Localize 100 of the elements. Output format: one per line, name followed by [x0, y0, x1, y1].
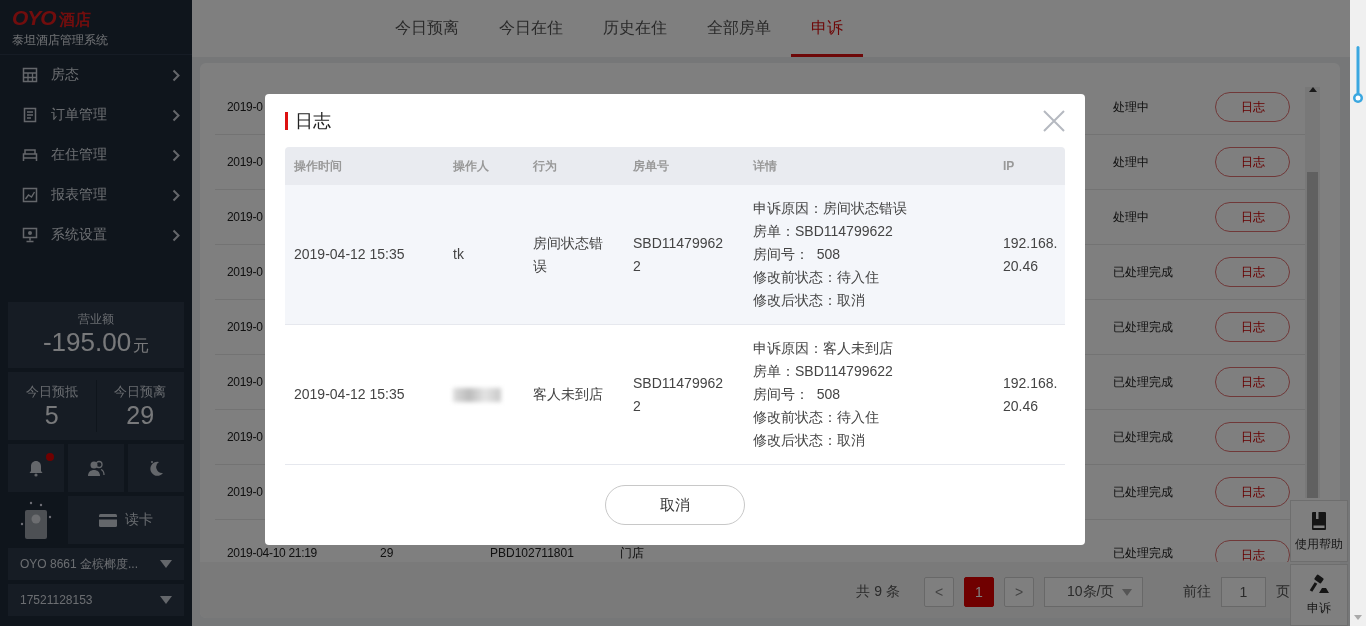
column-header: 操作时间: [285, 147, 444, 185]
next-page-button[interactable]: >: [1004, 577, 1034, 607]
status-text: 处理中: [1113, 100, 1149, 114]
scroll-down-arrow-icon: [1354, 615, 1362, 620]
system-name: 泰坦酒店管理系统: [12, 32, 109, 49]
dialog-title: 日志: [285, 111, 331, 130]
help-dock-button[interactable]: 申诉: [1290, 564, 1348, 626]
dropdown-caret-icon: [160, 596, 172, 604]
table-cell: 2019-0: [227, 210, 263, 224]
table-cell: 门店: [620, 546, 644, 560]
chevron-right-icon: [172, 108, 180, 122]
menu-item[interactable]: 系统设置: [0, 215, 192, 255]
table-cell: 192.168.20.46: [994, 185, 1065, 325]
cancel-button[interactable]: 取消: [605, 485, 745, 525]
close-icon[interactable]: [1043, 109, 1065, 132]
revenue-label: 营业额: [78, 310, 114, 328]
log-button[interactable]: 日志: [1215, 422, 1290, 452]
stat-label: 今日预离: [114, 383, 167, 401]
table-cell: 2019-0: [227, 155, 263, 169]
select-field[interactable]: OYO 8661 金槟榔度...: [8, 548, 184, 580]
column-header: 操作人: [444, 147, 524, 185]
scroll-thumb-icon: [1353, 46, 1363, 104]
detail-line: 修改后状态：取消: [753, 291, 866, 310]
quick-action-button[interactable]: [128, 444, 184, 492]
table-cell: 2019-0: [227, 100, 263, 114]
monitor-icon: [22, 227, 38, 243]
detail-line: 修改前状态：待入住: [753, 408, 880, 427]
tab[interactable]: 今日在住: [478, 0, 583, 57]
detail-line: 修改前状态：待入住: [753, 268, 880, 287]
column-header: IP: [994, 147, 1065, 185]
chevron-right-icon: [172, 188, 180, 202]
table-cell: 客人未到店: [524, 324, 624, 465]
status-text: 已处理完成: [1113, 265, 1173, 279]
page-input[interactable]: 1: [1221, 577, 1266, 607]
table-cell: PBD102711801: [490, 546, 574, 560]
document-icon: [22, 107, 38, 123]
chevron-right-icon: [172, 228, 180, 242]
log-button[interactable]: 日志: [1215, 540, 1290, 562]
column-header: 详情: [744, 147, 994, 185]
log-button[interactable]: 日志: [1215, 312, 1290, 342]
grid-icon: [22, 67, 38, 83]
dropdown-caret-icon: [160, 560, 172, 568]
users-icon: [87, 459, 105, 477]
tab[interactable]: 申诉: [790, 0, 863, 57]
total-count: 共 9 条: [856, 583, 900, 601]
menu-item[interactable]: 房态: [0, 55, 192, 95]
status-text: 已处理完成: [1113, 546, 1173, 560]
logo-suffix: 酒店: [58, 10, 91, 30]
log-button[interactable]: 日志: [1215, 257, 1290, 287]
chevron-right-icon: [172, 68, 180, 82]
table-cell: 2019-04-10 21:19: [227, 546, 317, 560]
detail-line: 修改后状态：取消: [753, 431, 866, 450]
table-scrollbar[interactable]: [1305, 87, 1320, 498]
prev-page-button[interactable]: <: [924, 577, 954, 607]
page-button[interactable]: 1: [964, 577, 994, 607]
table-cell: 2019-0: [227, 375, 263, 389]
table-cell: 2019-0: [227, 320, 263, 334]
menu-item[interactable]: 订单管理: [0, 95, 192, 135]
help-dock-button[interactable]: 使用帮助: [1290, 500, 1348, 562]
tab[interactable]: 今日预离: [374, 0, 479, 57]
table-cell: 房间状态错误: [524, 185, 624, 325]
detail-line: 房间号： 508: [753, 385, 842, 404]
menu-item[interactable]: 在住管理: [0, 135, 192, 175]
quick-action-button[interactable]: [68, 444, 124, 492]
logo-text: OYO: [12, 6, 56, 30]
tab[interactable]: 历史在住: [582, 0, 687, 57]
log-button[interactable]: 日志: [1215, 147, 1290, 177]
table-cell: 2019-0: [227, 485, 263, 499]
detail-line: 房间号： 508: [753, 245, 842, 264]
select-field[interactable]: 17521128153: [8, 584, 184, 616]
bell-icon: [27, 459, 45, 477]
revenue-amount: -195.00 元: [42, 327, 150, 359]
detail-line: 房单：SBD114799622: [753, 362, 894, 381]
log-button[interactable]: 日志: [1215, 477, 1290, 507]
table-cell: SBD114799622: [624, 185, 744, 325]
status-text: 处理中: [1113, 155, 1149, 169]
table-cell: 2019-0: [227, 430, 263, 444]
quick-action-button[interactable]: [8, 444, 64, 492]
detail-line: 申诉原因：房间状态错误: [753, 199, 908, 218]
column-header: 行为: [524, 147, 624, 185]
log-button[interactable]: 日志: [1215, 367, 1290, 397]
stat-value: 29: [126, 401, 155, 429]
detail-line: 申诉原因：客人未到店: [753, 339, 894, 358]
log-button[interactable]: 日志: [1215, 202, 1290, 232]
table-cell: 2019-04-12 15:35: [285, 324, 444, 465]
status-text: 已处理完成: [1113, 485, 1173, 499]
gavel-icon: [1308, 573, 1330, 596]
goto-label: 前往: [1183, 583, 1211, 601]
menu-item[interactable]: 报表管理: [0, 175, 192, 215]
status-text: 已处理完成: [1113, 430, 1173, 444]
table-cell: tk: [444, 185, 524, 325]
page-size-select[interactable]: 10条/页: [1044, 577, 1143, 607]
table-cell: SBD114799622: [624, 324, 744, 465]
log-button[interactable]: 日志: [1215, 92, 1290, 122]
scroll-up-arrow-icon: [1308, 87, 1317, 92]
table-cell: 2019-0: [227, 265, 263, 279]
tab[interactable]: 全部房单: [686, 0, 791, 57]
column-header: 房单号: [624, 147, 744, 185]
read-card-button[interactable]: 读卡: [68, 496, 184, 544]
table-cell: 29: [380, 546, 394, 560]
